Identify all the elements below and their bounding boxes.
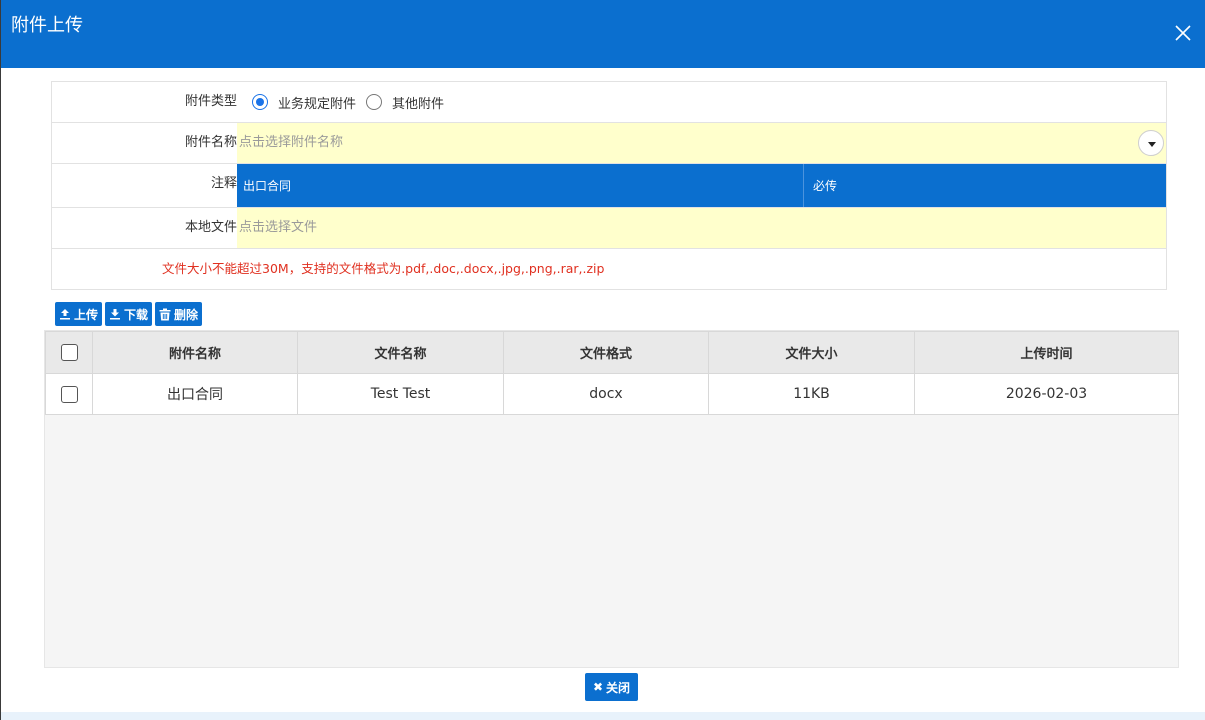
form-row-name: 附件名称 点击选择附件名称 [52, 123, 1166, 164]
grid-toolbar: 上传 下载 删除 [55, 302, 203, 326]
radio-business-label: 业务规定附件 [278, 96, 357, 112]
upload-label: 上传 [74, 307, 99, 322]
cell-file-name: Test Test [297, 373, 504, 415]
header-file-format[interactable]: 文件格式 [503, 331, 709, 374]
local-file-input[interactable]: 点击选择文件 [237, 208, 1166, 248]
attachment-table: 附件名称 文件名称 文件格式 文件大小 上传时间 出口合同 Test Test … [45, 331, 1179, 415]
type-radio-group: 业务规定附件 其他附件 [237, 82, 1166, 122]
note-divider [803, 164, 804, 207]
cell-file-format: docx [503, 373, 709, 415]
delete-button[interactable]: 删除 [155, 302, 203, 326]
upload-button[interactable]: 上传 [55, 302, 103, 326]
caret-down-icon[interactable] [1138, 130, 1164, 156]
close-button[interactable]: ✖ 关闭 [585, 673, 638, 701]
radio-other-label: 其他附件 [392, 96, 445, 112]
header-file-size[interactable]: 文件大小 [708, 331, 915, 374]
dialog-title: 附件上传 [11, 15, 83, 36]
form-row-hint: 文件大小不能超过30M，支持的文件格式为.pdf,.doc,.docx,.jpg… [52, 249, 1166, 289]
select-all-header [45, 331, 93, 374]
cell-attachment-name: 出口合同 [92, 373, 298, 415]
header-upload-time[interactable]: 上传时间 [914, 331, 1179, 374]
note-option-row[interactable]: 出口合同 必传 [237, 164, 1166, 207]
note-required: 必传 [813, 179, 838, 193]
attachment-form: 附件类型 业务规定附件 其他附件 附件名称 点击选择附件名称 注释 出口合同 必… [51, 81, 1167, 290]
row-select-cell [45, 373, 93, 415]
close-icon[interactable] [1174, 24, 1192, 42]
form-row-file: 本地文件 点击选择文件 [52, 208, 1166, 249]
name-label: 附件名称 [184, 135, 237, 150]
download-label: 下载 [124, 307, 149, 322]
attachment-name-placeholder: 点击选择附件名称 [239, 135, 344, 150]
select-all-checkbox[interactable] [60, 344, 78, 361]
upload-icon [60, 309, 70, 320]
footer-strip [1, 712, 1205, 720]
row-checkbox[interactable] [60, 385, 78, 403]
radio-business-attachment[interactable] [252, 94, 268, 110]
radio-other-attachment[interactable] [366, 94, 383, 110]
file-label: 本地文件 [184, 220, 237, 235]
download-button[interactable]: 下载 [105, 302, 153, 326]
cell-file-size: 11KB [708, 373, 915, 415]
file-size-hint: 文件大小不能超过30M，支持的文件格式为.pdf,.doc,.docx,.jpg… [162, 261, 605, 276]
local-file-placeholder: 点击选择文件 [239, 220, 318, 235]
attachment-grid: 附件名称 文件名称 文件格式 文件大小 上传时间 出口合同 Test Test … [44, 330, 1179, 668]
close-icon: ✖ [592, 680, 604, 694]
form-row-note: 注释 出口合同 必传 [52, 164, 1166, 208]
type-label: 附件类型 [184, 94, 237, 109]
dialog-titlebar: 附件上传 [1, 0, 1205, 68]
attachment-upload-dialog: 附件上传 附件类型 业务规定附件 其他附件 附件名称 点击选择附件名称 注释 出… [0, 0, 1205, 720]
cell-upload-time: 2026-02-03 [914, 373, 1179, 415]
close-button-label: 关闭 [606, 680, 631, 695]
header-attachment-name[interactable]: 附件名称 [92, 331, 298, 374]
form-row-type: 附件类型 业务规定附件 其他附件 [52, 82, 1166, 123]
note-label: 注释 [210, 176, 237, 191]
table-row[interactable]: 出口合同 Test Test docx 11KB 2026-02-03 [45, 373, 1179, 415]
table-header-row: 附件名称 文件名称 文件格式 文件大小 上传时间 [45, 331, 1179, 374]
note-value: 出口合同 [243, 179, 292, 193]
delete-label: 删除 [174, 307, 199, 322]
attachment-name-select[interactable]: 点击选择附件名称 [237, 123, 1166, 163]
download-icon [110, 309, 121, 320]
header-file-name[interactable]: 文件名称 [297, 331, 504, 374]
trash-icon [159, 308, 171, 320]
